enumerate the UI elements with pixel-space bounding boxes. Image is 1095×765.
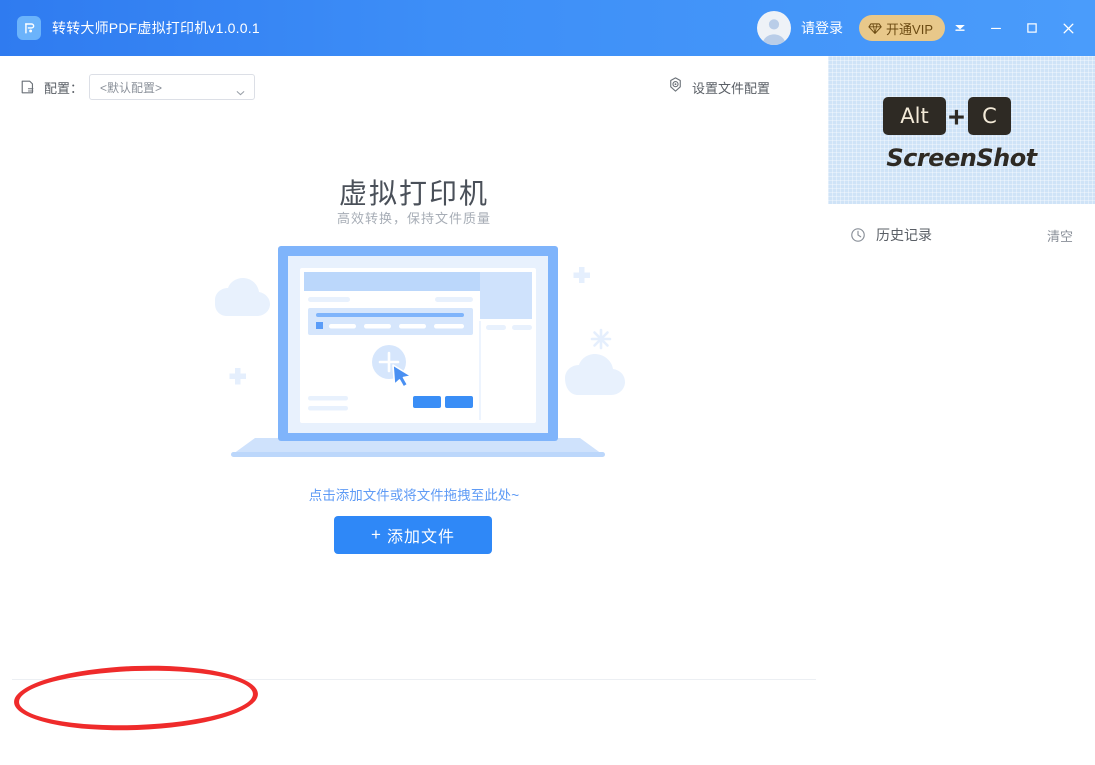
app-icon: [17, 16, 41, 40]
title-bar: 转转大师PDF虚拟打印机v1.0.0.1 请登录 开通VIP: [0, 0, 1095, 56]
plus-icon: +: [371, 525, 382, 544]
close-icon[interactable]: [1053, 0, 1083, 56]
minimize-icon[interactable]: [981, 0, 1011, 56]
screenshot-wordmark: ScreenShot: [886, 144, 1037, 172]
config-select[interactable]: <默认配置>: [89, 74, 256, 100]
history-header: 历史记录 清空: [828, 204, 1095, 266]
drop-hint-text[interactable]: 点击添加文件或将文件拖拽至此处~: [0, 484, 828, 504]
app-window: 转转大师PDF虚拟打印机v1.0.0.1 请登录 开通VIP 配置： <默认配置…: [0, 0, 1095, 765]
config-bar: 配置： <默认配置> 设置文件配置: [0, 56, 828, 118]
login-link[interactable]: 请登录: [801, 18, 843, 38]
add-file-button[interactable]: + 添加文件: [334, 516, 492, 554]
window-title: 转转大师PDF虚拟打印机v1.0.0.1: [52, 20, 260, 36]
clock-icon: [850, 227, 866, 243]
diamond-icon: [868, 22, 882, 35]
gear-icon: [667, 76, 684, 98]
config-label: 配置：: [44, 80, 84, 96]
history-label: 历史记录: [876, 227, 932, 243]
sidebar: Alt + C ScreenShot 历史记录 清空: [828, 56, 1095, 765]
more-icon[interactable]: [945, 0, 975, 56]
page-subtitle: 高效转换，保持文件质量: [336, 211, 491, 226]
add-file-label: 添加文件: [386, 529, 455, 546]
alt-key-cap: Alt: [883, 97, 946, 135]
open-vip-button[interactable]: 开通VIP: [859, 15, 945, 41]
maximize-icon[interactable]: [1017, 0, 1047, 56]
settings-file-config-label: 设置文件配置: [691, 80, 770, 96]
titlebar-right-group: 请登录 开通VIP: [757, 0, 1095, 56]
avatar[interactable]: [757, 11, 792, 45]
config-file-icon: [20, 79, 36, 95]
settings-file-config-button[interactable]: 设置文件配置: [667, 56, 770, 118]
main-content: 虚拟打印机 高效转换，保持文件质量 点击添加文件或将文件拖拽至此处~ + 添加文…: [0, 118, 828, 679]
c-key-cap: C: [968, 97, 1011, 135]
page-title: 虚拟打印机: [338, 178, 489, 209]
bottom-bar: 输出为： 保存至： PDF/A-1b PDF/A-1b PDF/A-2b ...: [0, 680, 828, 765]
chevron-down-icon: [236, 85, 245, 99]
screenshot-ad-banner[interactable]: Alt + C ScreenShot: [828, 56, 1095, 204]
plus-sign: +: [948, 102, 965, 134]
laptop-window-illustration: [193, 238, 643, 468]
config-select-value: <默认配置>: [100, 80, 163, 95]
open-vip-label: 开通VIP: [886, 21, 933, 37]
clear-history-button[interactable]: 清空: [1047, 226, 1073, 245]
